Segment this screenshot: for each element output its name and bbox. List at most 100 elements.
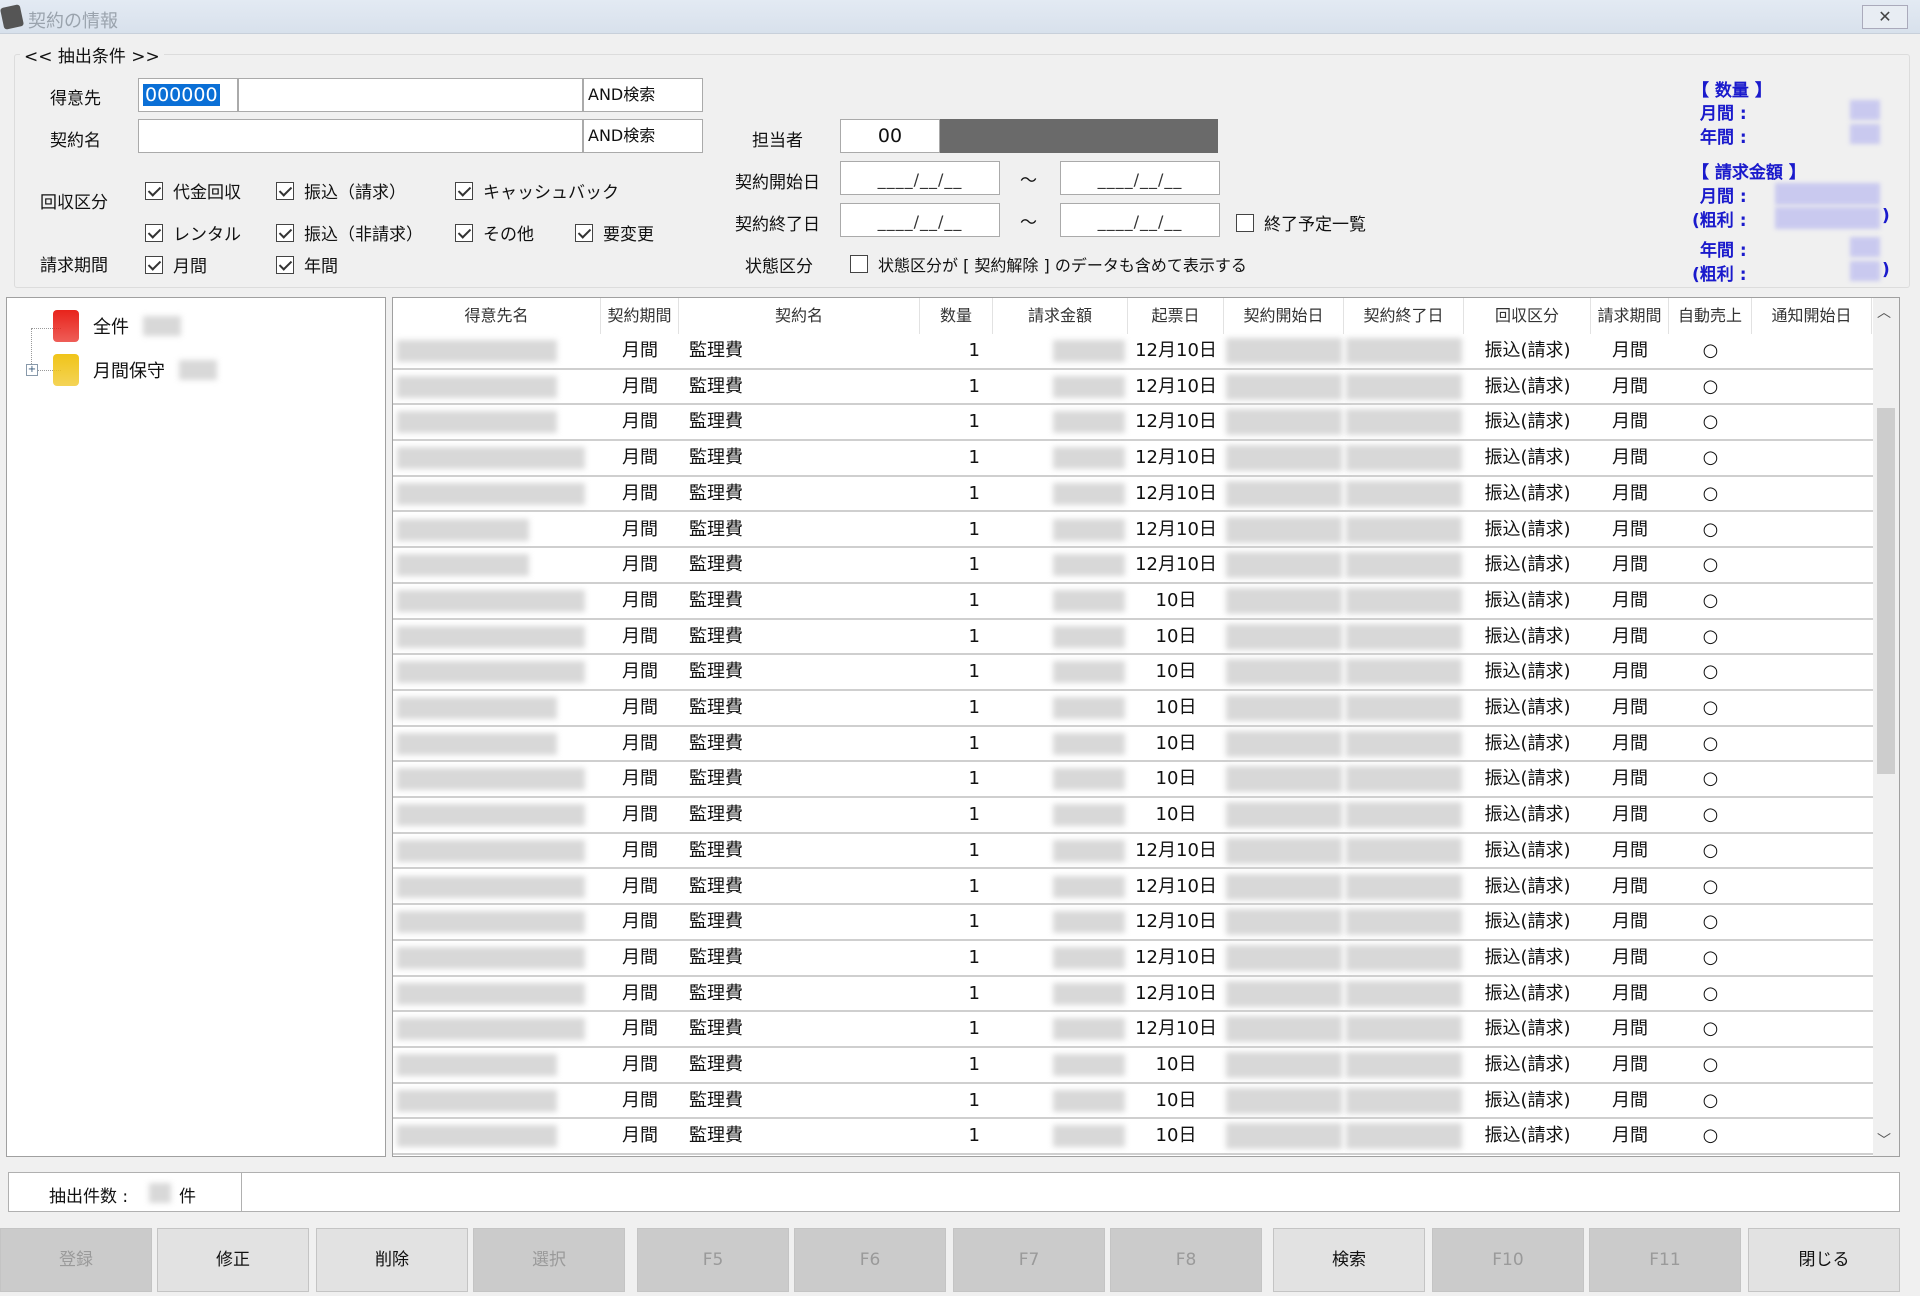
end-date-cell bbox=[1346, 695, 1462, 721]
function-button-4[interactable]: 選択 bbox=[473, 1228, 625, 1292]
end-date-to[interactable]: ____/__/__ bbox=[1060, 203, 1220, 237]
period-cell: 月間 bbox=[622, 375, 658, 397]
function-button-6[interactable]: F6 bbox=[794, 1228, 946, 1292]
column-header[interactable]: 契約開始日 bbox=[1224, 298, 1344, 334]
column-header[interactable]: 契約名 bbox=[679, 298, 920, 334]
start-date-cell bbox=[1226, 1123, 1342, 1150]
function-button-9[interactable]: 検索 bbox=[1273, 1228, 1425, 1292]
billing-checkbox[interactable]: 月間 bbox=[145, 252, 207, 277]
scroll-up-icon[interactable]: ︿ bbox=[1877, 302, 1891, 322]
table-row[interactable]: 月間 監理費 1 12月10日 振込(請求) 月間 ○ bbox=[393, 441, 1873, 477]
table-row[interactable]: 月間 監理費 1 12月10日 振込(請求) 月間 ○ bbox=[393, 513, 1873, 549]
collection-checkbox[interactable]: その他 bbox=[455, 220, 534, 245]
issue-date-cell: 10日 bbox=[1155, 1125, 1197, 1147]
start-date-to[interactable]: ____/__/__ bbox=[1060, 161, 1220, 195]
period-cell: 月間 bbox=[622, 697, 658, 718]
staff-code-input[interactable]: 00 bbox=[840, 119, 940, 153]
column-header[interactable]: 自動売上 bbox=[1669, 298, 1752, 334]
end-date-cell bbox=[1346, 1087, 1462, 1114]
end-date-from[interactable]: ____/__/__ bbox=[840, 203, 1000, 237]
start-date-cell bbox=[1226, 944, 1342, 971]
tree-item-count bbox=[179, 360, 217, 380]
column-header[interactable]: 契約終了日 bbox=[1344, 298, 1464, 334]
collection-checkbox[interactable]: 振込（非請求） bbox=[276, 220, 423, 245]
table-row[interactable]: 月間 監理費 1 12月10日 振込(請求) 月間 ○ bbox=[393, 834, 1873, 870]
column-header[interactable]: 回収区分 bbox=[1464, 298, 1591, 334]
table-row[interactable]: 月間 監理費 1 12月10日 振込(請求) 月間 ○ bbox=[393, 477, 1873, 513]
tree-item-count bbox=[143, 316, 181, 336]
table-row[interactable]: 月間 監理費 1 10日 振込(請求) 月間 ○ bbox=[393, 1048, 1873, 1084]
function-button-3[interactable]: 削除 bbox=[316, 1228, 468, 1292]
function-button-10[interactable]: F10 bbox=[1432, 1228, 1584, 1292]
quantity-cell: 1 bbox=[968, 661, 980, 683]
customer-code-input[interactable]: 000000 bbox=[138, 78, 238, 112]
table-row[interactable]: 月間 監理費 1 12月10日 振込(請求) 月間 ○ bbox=[393, 370, 1873, 406]
collection-checkbox[interactable]: 振込（請求） bbox=[276, 178, 406, 203]
scroll-thumb[interactable] bbox=[1877, 408, 1895, 774]
table-row[interactable]: 月間 監理費 1 10日 振込(請求) 月間 ○ bbox=[393, 1119, 1873, 1156]
qty-title: 【 数量 】 bbox=[1692, 81, 1772, 101]
vertical-scrollbar[interactable]: ︿ ﹀ bbox=[1873, 298, 1899, 1156]
table-row[interactable]: 月間 監理費 1 12月10日 振込(請求) 月間 ○ bbox=[393, 941, 1873, 977]
table-row[interactable]: 月間 監理費 1 10日 振込(請求) 月間 ○ bbox=[393, 655, 1873, 691]
table-row[interactable]: 月間 監理費 1 10日 振込(請求) 月間 ○ bbox=[393, 762, 1873, 799]
table-row[interactable]: 月間 監理費 1 10日 振込(請求) 月間 ○ bbox=[393, 798, 1873, 834]
period-cell: 月間 bbox=[622, 1054, 658, 1075]
column-header[interactable]: 起票日 bbox=[1128, 298, 1224, 334]
issue-date-cell: 10日 bbox=[1155, 732, 1197, 754]
table-row[interactable]: 月間 監理費 1 12月10日 振込(請求) 月間 ○ bbox=[393, 548, 1873, 584]
function-button-5[interactable]: F5 bbox=[637, 1228, 789, 1292]
customer-name-input[interactable] bbox=[238, 78, 583, 112]
end-date-cell bbox=[1346, 802, 1462, 829]
contract-and-search[interactable]: AND検索 bbox=[583, 119, 703, 153]
period-cell: 月間 bbox=[622, 554, 658, 576]
column-header[interactable]: 請求金額 bbox=[993, 298, 1128, 334]
tree-item[interactable]: 全件 bbox=[53, 308, 181, 344]
close-button[interactable]: ✕ bbox=[1862, 5, 1908, 29]
table-row[interactable]: 月間 監理費 1 10日 振込(請求) 月間 ○ bbox=[393, 1084, 1873, 1120]
function-button-8[interactable]: F8 bbox=[1110, 1228, 1262, 1292]
function-button-11[interactable]: F11 bbox=[1589, 1228, 1741, 1292]
amount-cell bbox=[1053, 661, 1125, 684]
table-row[interactable]: 月間 監理費 1 10日 振込(請求) 月間 ○ bbox=[393, 584, 1873, 620]
table-row[interactable]: 月間 監理費 1 12月10日 振込(請求) 月間 ○ bbox=[393, 334, 1873, 370]
function-button-12[interactable]: 閉じる bbox=[1748, 1228, 1900, 1292]
customer-and-search[interactable]: AND検索 bbox=[583, 78, 703, 112]
column-header[interactable]: 数量 bbox=[920, 298, 993, 334]
include-cancelled-checkbox[interactable]: 状態区分が [ 契約解除 ] のデータも含めて表示する bbox=[850, 252, 1247, 276]
table-row[interactable]: 月間 監理費 1 12月10日 振込(請求) 月間 ○ bbox=[393, 870, 1873, 906]
end-date-cell bbox=[1346, 409, 1462, 436]
start-date-cell bbox=[1226, 338, 1342, 364]
collection-cell: 振込(請求) bbox=[1484, 375, 1571, 397]
staff-label: 担当者 bbox=[752, 131, 803, 151]
function-button-7[interactable]: F7 bbox=[953, 1228, 1105, 1292]
column-header[interactable]: 請求期間 bbox=[1591, 298, 1669, 334]
contract-name-cell: 監理費 bbox=[689, 1125, 743, 1147]
expand-icon[interactable]: + bbox=[26, 364, 38, 376]
function-button-2[interactable]: 修正 bbox=[157, 1228, 309, 1292]
collection-checkbox[interactable]: レンタル bbox=[145, 220, 241, 245]
billing-checkbox[interactable]: 年間 bbox=[276, 252, 338, 277]
amount-monthly-label: 月間 : bbox=[1700, 187, 1747, 207]
collection-checkbox[interactable]: キャッシュバック bbox=[455, 178, 619, 203]
column-header[interactable]: 通知開始日 bbox=[1752, 298, 1872, 334]
function-button-1[interactable]: 登録 bbox=[0, 1228, 152, 1292]
scroll-down-icon[interactable]: ﹀ bbox=[1877, 1130, 1891, 1150]
period-cell: 月間 bbox=[622, 340, 658, 361]
collection-checkbox[interactable]: 代金回収 bbox=[145, 178, 241, 203]
table-row[interactable]: 月間 監理費 1 12月10日 振込(請求) 月間 ○ bbox=[393, 405, 1873, 442]
table-row[interactable]: 月間 監理費 1 12月10日 振込(請求) 月間 ○ bbox=[393, 1012, 1873, 1048]
table-row[interactable]: 月間 監理費 1 12月10日 振込(請求) 月間 ○ bbox=[393, 977, 1873, 1013]
table-row[interactable]: 月間 監理費 1 10日 振込(請求) 月間 ○ bbox=[393, 727, 1873, 763]
contract-name-input[interactable] bbox=[138, 119, 583, 153]
column-header[interactable]: 得意先名 bbox=[393, 298, 601, 334]
table-row[interactable]: 月間 監理費 1 12月10日 振込(請求) 月間 ○ bbox=[393, 905, 1873, 941]
tree-item[interactable]: 月間保守 bbox=[53, 352, 217, 388]
collection-checkbox[interactable]: 要変更 bbox=[575, 220, 654, 245]
table-row[interactable]: 月間 監理費 1 10日 振込(請求) 月間 ○ bbox=[393, 620, 1873, 656]
column-header[interactable]: 契約期間 bbox=[601, 298, 679, 334]
start-date-from[interactable]: ____/__/__ bbox=[840, 161, 1000, 195]
end-schedule-checkbox[interactable]: 終了予定一覧 bbox=[1236, 210, 1366, 235]
table-row[interactable]: 月間 監理費 1 10日 振込(請求) 月間 ○ bbox=[393, 691, 1873, 727]
period-cell: 月間 bbox=[622, 518, 658, 540]
